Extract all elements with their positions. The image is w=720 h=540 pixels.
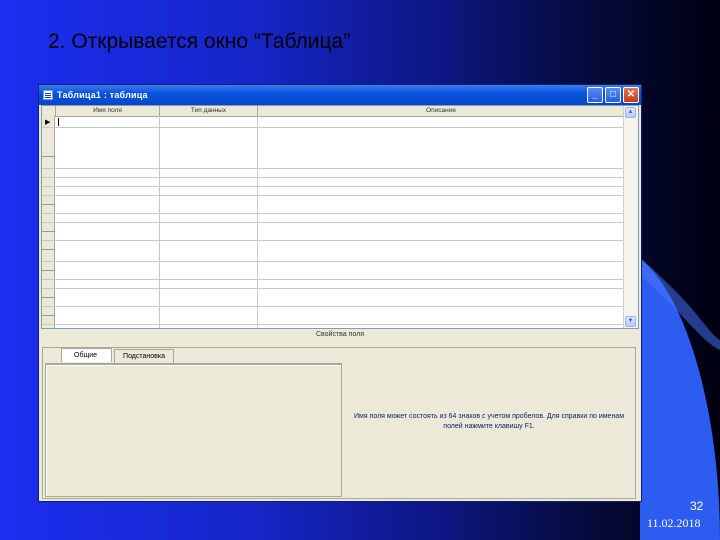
minimize-button[interactable]: _ [587,87,603,103]
grid-body[interactable]: ▶ [42,116,624,328]
tab-general[interactable]: Общие [61,348,113,362]
current-row-arrow-icon: ▶ [45,119,51,126]
vertical-scrollbar[interactable]: ▲ ▼ [623,106,638,328]
chevron-down-icon[interactable]: ▼ [625,316,636,327]
field-design-grid[interactable]: Имя поля Тип данных Описание ▶ ▲ ▼ [41,105,639,329]
row-line [42,315,55,316]
slide-title: 2. Открывается окно “Таблица” [48,30,351,53]
row-line [42,168,624,169]
row-line [42,204,55,205]
row-line [42,279,624,280]
text-cursor [58,118,59,126]
row-line [42,240,624,241]
properties-tab-content [45,363,342,497]
row-line [42,297,55,298]
row-line [42,213,624,214]
field-properties-panel: Общие Подстановка Имя поля может состоят… [42,347,636,499]
slide-number: 32 [690,499,704,513]
row-line [42,156,55,157]
window-titlebar[interactable]: Таблица1 : таблица _ □ ✕ [39,85,641,105]
column-header-data-type[interactable]: Тип данных [160,106,258,116]
chevron-up-icon[interactable]: ▲ [625,107,636,118]
field-help-text: Имя поля может состоять из 64 знаков с у… [353,413,625,430]
row-line [42,261,624,262]
field-properties-label: Свойства поля [315,331,365,338]
row-line [42,222,624,223]
slide-date: 11.02.2018 [647,516,701,530]
selector-header [42,106,56,116]
row-line [42,270,55,271]
row-line [42,177,624,178]
window-title: Таблица1 : таблица [57,90,148,100]
row-line [42,249,55,250]
row-line [42,288,624,289]
row-line [42,195,624,196]
column-header-description[interactable]: Описание [258,106,624,116]
tab-lookup[interactable]: Подстановка [114,349,174,363]
close-button[interactable]: ✕ [623,87,639,103]
maximize-button[interactable]: □ [605,87,621,103]
properties-tabs: Общие Подстановка [61,348,176,363]
row-line [42,127,624,128]
table-design-window[interactable]: Таблица1 : таблица _ □ ✕ Имя поля Тип да… [38,84,642,502]
row-line [42,306,624,307]
column-header-field-name[interactable]: Имя поля [56,106,160,116]
table-icon[interactable] [43,90,53,100]
window-controls: _ □ ✕ [587,87,639,103]
row-line [42,186,624,187]
row-line [42,231,55,232]
row-line [42,324,624,325]
